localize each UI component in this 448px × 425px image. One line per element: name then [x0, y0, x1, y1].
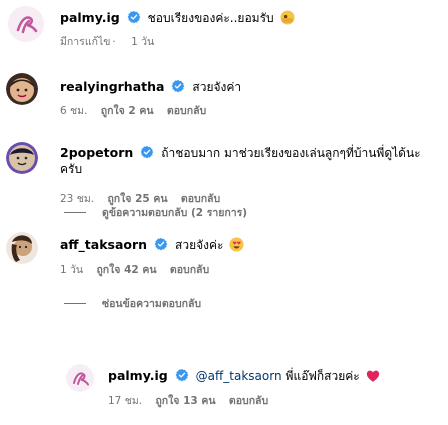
mention-link[interactable]: @aff_taksaorn — [196, 369, 282, 383]
hide-replies-button[interactable]: ซ่อนข้อความตอบกลับ — [64, 295, 201, 312]
comment-username[interactable]: aff_taksaorn — [60, 237, 147, 252]
comment-time: 1 วัน — [60, 264, 84, 276]
comment-palmy: palmy.ig ชอบเรียงของค่ะ..ยอมรับ — [60, 10, 442, 26]
smiling-heart-eyes-face-icon — [229, 237, 245, 252]
comment-time: 1 วัน — [131, 36, 155, 48]
reply-button[interactable]: ตอบกลับ — [229, 395, 268, 407]
comment-meta: 17 ชม. ถูกใจ 13 คน ตอบกลับ — [108, 392, 278, 409]
hide-replies-label: ซ่อนข้อความตอบกลับ — [102, 298, 202, 310]
comment-text: พี่แอ๊ฟก็สวยค่ะ — [285, 369, 360, 383]
verified-badge-icon — [171, 79, 186, 93]
view-replies-label: ดูข้อความตอบกลับ (2 รายการ) — [102, 207, 248, 219]
palmy-logo-icon — [8, 6, 44, 42]
comment-username[interactable]: palmy.ig — [108, 368, 168, 383]
comment-aff-taksaorn: aff_taksaorn สวยจังค่ะ — [60, 237, 442, 253]
edited-label: มีการแก้ไข — [60, 36, 111, 48]
profile-photo-icon — [6, 232, 38, 264]
comment-time: 6 ชม. — [60, 105, 88, 117]
avatar-aff-taksaorn[interactable] — [6, 232, 38, 264]
comment-username[interactable]: palmy.ig — [60, 10, 120, 25]
profile-photo-icon — [6, 73, 38, 105]
comment-time: 17 ชม. — [108, 395, 143, 407]
verified-badge-icon — [174, 368, 189, 382]
avatar-realyingrhatha[interactable] — [6, 73, 38, 105]
meta-separator: · — [112, 36, 116, 48]
comment-username[interactable]: 2popetorn — [60, 145, 133, 160]
peeking-face-icon — [280, 10, 295, 25]
avatar-2popetorn[interactable] — [6, 142, 38, 174]
view-replies-button[interactable]: ดูข้อความตอบกลับ (2 รายการ) — [64, 204, 247, 221]
thread-line — [64, 212, 86, 213]
reply-button[interactable]: ตอบกลับ — [170, 264, 209, 276]
red-heart-icon — [366, 370, 379, 382]
comment-realyingrhatha: realyingrhatha สวยจังค่า — [60, 79, 442, 95]
comment-text: ชอบเรียงของค่ะ..ยอมรับ — [147, 11, 274, 25]
likes-count[interactable]: ถูกใจ 42 คน — [96, 264, 156, 276]
comment-meta: 6 ชม. ถูกใจ 2 คน ตอบกลับ — [60, 102, 216, 119]
comment-meta: 1 วัน ถูกใจ 42 คน ตอบกลับ — [60, 261, 219, 278]
likes-count[interactable]: ถูกใจ 2 คน — [101, 105, 154, 117]
verified-badge-icon — [126, 10, 141, 24]
avatar-palmy[interactable] — [8, 6, 44, 42]
reply-palmy: palmy.ig @aff_taksaorn พี่แอ๊ฟก็สวยค่ะ — [108, 368, 442, 384]
comment-2popetorn: 2popetorn ถ้าชอบมาก มาช่วยเรียงของเล่นลู… — [60, 145, 442, 177]
verified-badge-icon — [154, 237, 169, 251]
likes-count[interactable]: ถูกใจ 13 คน — [155, 395, 215, 407]
thread-line — [64, 303, 86, 304]
avatar-palmy-reply[interactable] — [66, 364, 94, 392]
comment-username[interactable]: realyingrhatha — [60, 79, 164, 94]
comment-meta: มีการแก้ไข · 1 วัน — [60, 33, 164, 50]
reply-button[interactable]: ตอบกลับ — [167, 105, 206, 117]
comment-text: สวยจังค่า — [192, 80, 242, 94]
profile-photo-icon — [6, 142, 38, 174]
palmy-logo-icon — [66, 364, 94, 392]
verified-badge-icon — [140, 145, 155, 159]
comment-text: สวยจังค่ะ — [175, 238, 224, 252]
